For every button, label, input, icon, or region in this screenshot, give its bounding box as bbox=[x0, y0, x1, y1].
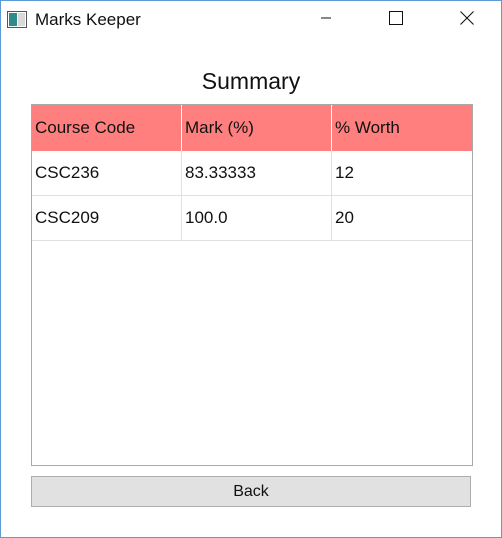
table-row[interactable]: CSC209 100.0 20 bbox=[32, 196, 472, 241]
title-bar[interactable]: Marks Keeper bbox=[1, 1, 501, 39]
table-header-row: Course Code Mark (%) % Worth bbox=[32, 105, 472, 151]
app-window-icon bbox=[7, 11, 27, 28]
table-cell-mark[interactable]: 83.33333 bbox=[182, 151, 332, 195]
maximize-button[interactable] bbox=[373, 1, 419, 39]
summary-table[interactable]: Course Code Mark (%) % Worth CSC236 83.3… bbox=[31, 104, 473, 466]
app-window: Marks Keeper Summary Course Code Mark (%… bbox=[0, 0, 502, 538]
table-cell-worth[interactable]: 20 bbox=[332, 196, 472, 240]
maximize-icon bbox=[389, 10, 403, 30]
table-row[interactable]: CSC236 83.33333 12 bbox=[32, 151, 472, 196]
window-title: Marks Keeper bbox=[35, 10, 141, 29]
minimize-button[interactable] bbox=[303, 1, 349, 39]
close-icon bbox=[460, 10, 474, 30]
table-cell-course-code[interactable]: CSC236 bbox=[32, 151, 182, 195]
table-cell-course-code[interactable]: CSC209 bbox=[32, 196, 182, 240]
page-title: Summary bbox=[201, 68, 301, 94]
table-cell-mark[interactable]: 100.0 bbox=[182, 196, 332, 240]
close-button[interactable] bbox=[444, 1, 490, 39]
column-header-worth[interactable]: % Worth bbox=[332, 105, 472, 151]
column-header-course-code[interactable]: Course Code bbox=[32, 105, 182, 151]
minimize-icon bbox=[320, 11, 332, 29]
table-cell-worth[interactable]: 12 bbox=[332, 151, 472, 195]
back-button[interactable]: Back bbox=[31, 476, 471, 507]
column-header-mark[interactable]: Mark (%) bbox=[182, 105, 332, 151]
